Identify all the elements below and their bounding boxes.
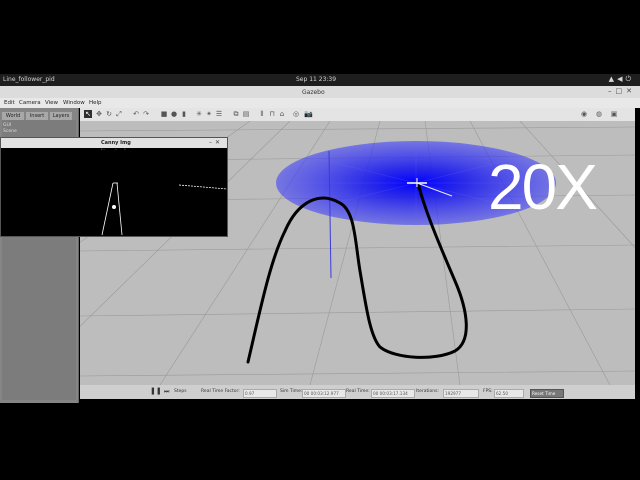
- tree-item-scene[interactable]: Scene: [3, 129, 17, 134]
- tree-item-gui[interactable]: GUI: [3, 123, 11, 128]
- iterations-label: Iterations:: [416, 389, 439, 394]
- cylinder-shape-icon[interactable]: ▮: [180, 110, 188, 118]
- rt-factor-label: Real Time Factor:: [201, 389, 240, 394]
- sim-time-label: Sim Time:: [280, 389, 303, 394]
- select-mode-icon[interactable]: ↖: [84, 110, 92, 118]
- align-icon[interactable]: ⫴: [258, 110, 266, 118]
- canny-title-bar[interactable]: Canny Img –✕: [1, 138, 227, 148]
- rotate-mode-icon[interactable]: ↻: [105, 110, 113, 118]
- sim-time-value: 00 00:03:12.977: [302, 389, 346, 398]
- canny-image-window[interactable]: Canny Img –✕ (x=..., y=...): [0, 137, 228, 237]
- canny-title: Canny Img: [101, 140, 131, 146]
- system-tray[interactable]: ▲◀⏻: [609, 75, 634, 84]
- spotlight-icon[interactable]: ✴: [205, 110, 213, 118]
- minimize-icon[interactable]: –: [608, 87, 616, 95]
- step-icon[interactable]: ⏭: [164, 388, 169, 396]
- toolbar: ↖ ✥ ↻ ⤢ ↶ ↷ ■ ● ▮ ✳ ✴ ☰ ⧉ ▤ ⫴ ⊓ ⌂ ◎ 📷 ◉ …: [80, 108, 635, 122]
- network-icon[interactable]: ▲: [609, 75, 617, 83]
- real-time-value: 00 00:03:17.134: [371, 389, 415, 398]
- fps-value: 62.50: [494, 389, 524, 398]
- rt-factor-value: 0.97: [243, 389, 277, 398]
- window-title: Gazebo: [302, 89, 325, 96]
- tab-world[interactable]: World: [2, 112, 24, 120]
- record-video-icon[interactable]: ▣: [610, 110, 618, 118]
- copy-icon[interactable]: ⧉: [232, 110, 240, 118]
- window-controls: –□✕: [608, 87, 636, 95]
- canny-window-controls: –✕: [209, 139, 223, 146]
- pause-icon[interactable]: ❚❚: [150, 387, 162, 395]
- directional-light-icon[interactable]: ☰: [215, 110, 223, 118]
- maximize-icon[interactable]: □: [616, 87, 627, 95]
- playback-speed-overlay: 20X: [488, 151, 598, 223]
- iterations-value: 192977: [443, 389, 479, 398]
- tab-layers[interactable]: Layers: [50, 112, 72, 120]
- fps-label: FPS:: [483, 389, 493, 394]
- scale-mode-icon[interactable]: ⤢: [115, 110, 123, 118]
- snap-icon[interactable]: ⊓: [268, 110, 276, 118]
- screenshot-icon[interactable]: ◎: [292, 110, 300, 118]
- reset-time-button[interactable]: Reset Time: [530, 389, 564, 398]
- record-log-icon[interactable]: ◍: [595, 110, 603, 118]
- os-clock[interactable]: Sep 11 23:39: [296, 76, 336, 83]
- power-icon[interactable]: ⏻: [625, 75, 634, 83]
- menu-camera[interactable]: Camera: [19, 100, 41, 106]
- change-view-icon[interactable]: ⌂: [278, 110, 286, 118]
- real-time-label: Real Time:: [346, 389, 370, 394]
- menu-bar: Edit Camera View Window Help: [0, 98, 640, 108]
- sphere-shape-icon[interactable]: ●: [170, 110, 178, 118]
- pointlight-icon[interactable]: ✳: [195, 110, 203, 118]
- close-icon[interactable]: ✕: [626, 87, 636, 95]
- menu-window[interactable]: Window: [63, 100, 85, 106]
- canny-edge-image: [1, 150, 227, 236]
- redo-icon[interactable]: ↷: [142, 110, 150, 118]
- undo-icon[interactable]: ↶: [132, 110, 140, 118]
- record-icon[interactable]: 📷: [304, 110, 313, 118]
- menu-view[interactable]: View: [45, 100, 58, 106]
- menu-edit[interactable]: Edit: [4, 100, 15, 106]
- centroid-marker: [112, 205, 116, 209]
- steps-label: Steps: [174, 389, 187, 394]
- paste-icon[interactable]: ▤: [242, 110, 250, 118]
- status-bar: ❚❚ ⏭ Steps Real Time Factor: 0.97 Sim Ti…: [80, 385, 635, 399]
- window-title-bar: Gazebo –□✕: [0, 86, 640, 98]
- translate-mode-icon[interactable]: ✥: [95, 110, 103, 118]
- menu-help[interactable]: Help: [89, 100, 102, 106]
- screenshot-camera-icon[interactable]: ◉: [580, 110, 588, 118]
- os-app-name[interactable]: Line_follower_pid: [3, 76, 55, 83]
- box-shape-icon[interactable]: ■: [160, 110, 168, 118]
- close-icon[interactable]: ✕: [215, 139, 223, 146]
- os-top-bar: Line_follower_pid Sep 11 23:39 ▲◀⏻: [0, 74, 640, 86]
- tab-insert[interactable]: Insert: [26, 112, 48, 120]
